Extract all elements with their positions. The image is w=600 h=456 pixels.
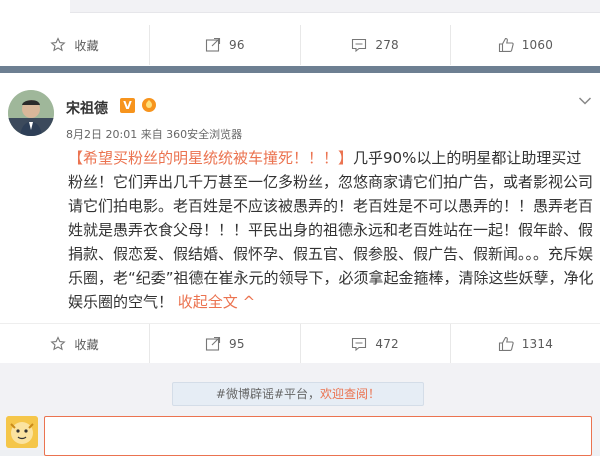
star-icon <box>50 37 67 52</box>
notice-text: #微博辟谣#平台， <box>215 387 321 401</box>
verified-badge: V <box>120 98 135 113</box>
like-button[interactable]: 1060 <box>449 25 600 65</box>
favorite-button[interactable]: 收藏 <box>0 25 149 65</box>
like-icon <box>498 336 514 352</box>
star-icon <box>50 336 67 351</box>
chevron-down-icon[interactable] <box>578 96 592 106</box>
cartoon-face-icon <box>6 416 38 448</box>
post-content: 【希望买粉丝的明星统统被车撞死！！！】几乎90%以上的明星都让助理买过粉丝！它们… <box>68 146 594 314</box>
repost-button[interactable]: 95 <box>149 324 299 364</box>
previous-post-card: 收藏 96 278 1060 <box>0 0 600 66</box>
post-actionbar: 收藏 95 472 1314 <box>0 323 600 364</box>
rumor-notice: #微博辟谣#平台，欢迎查阅！ <box>172 382 424 406</box>
repost-button[interactable]: 96 <box>149 25 299 65</box>
topic-link[interactable]: 【希望买粉丝的明星统统被车撞死！！！】 <box>68 149 353 167</box>
like-icon <box>498 37 514 53</box>
previous-post-actionbar: 收藏 96 278 1060 <box>0 25 600 65</box>
like-button[interactable]: 1314 <box>449 324 600 364</box>
previous-post-quote <box>70 0 600 13</box>
comment-icon <box>352 337 367 352</box>
comment-icon <box>352 38 367 53</box>
author-avatar[interactable] <box>8 90 54 136</box>
notice-link[interactable]: 欢迎查阅！ <box>320 387 380 401</box>
post-body-text: 几乎90%以上的明星都让助理买过粉丝！它们弄出几千万甚至一亿多粉丝，忽悠商家请它… <box>68 149 594 311</box>
current-user-avatar <box>6 416 38 448</box>
comment-button[interactable]: 278 <box>299 25 450 65</box>
repost-icon <box>205 37 221 52</box>
comment-input[interactable] <box>44 416 592 456</box>
author-name[interactable]: 宋祖德 <box>66 98 108 118</box>
fan-badge-icon <box>142 98 156 112</box>
collapse-button[interactable]: 收起全文 ^ <box>178 293 255 311</box>
favorite-button[interactable]: 收藏 <box>0 324 149 364</box>
person-photo-icon <box>8 90 54 136</box>
card-separator <box>0 66 600 73</box>
post-meta: 8月2日 20:01 来自 360安全浏览器 <box>66 128 243 141</box>
repost-icon <box>205 336 221 351</box>
comment-button[interactable]: 472 <box>299 324 450 364</box>
